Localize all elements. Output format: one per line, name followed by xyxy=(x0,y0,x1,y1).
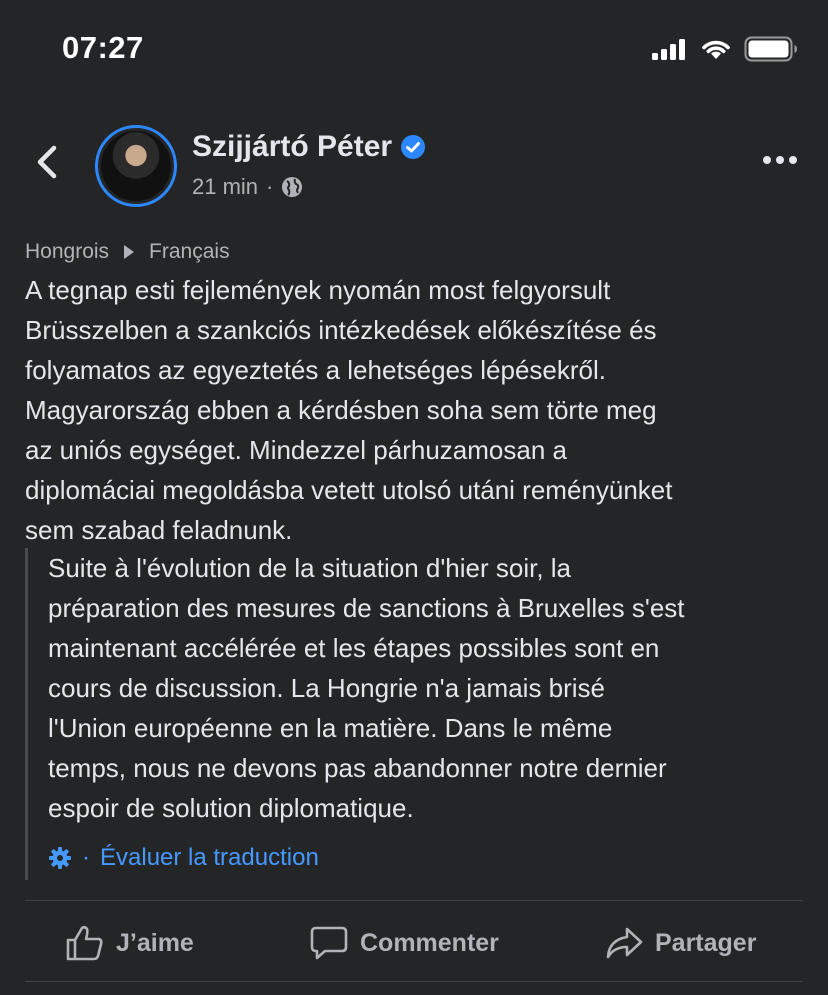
text-line: sem szabad feladnunk. xyxy=(25,515,293,545)
post-actions: J’aime Commenter Partager xyxy=(0,908,828,978)
translated-text: Suite à l'évolution de la situation d'hi… xyxy=(48,548,818,828)
post-meta: 21 min · xyxy=(192,174,303,200)
post-timestamp[interactable]: 21 min xyxy=(192,174,258,200)
like-label: J’aime xyxy=(116,928,194,957)
like-icon xyxy=(66,925,103,961)
text-line: folyamatos az egyeztetés a lehetséges lé… xyxy=(25,355,607,385)
text-line: Magyarország ebben a kérdésben soha sem … xyxy=(25,395,657,425)
back-chevron-icon xyxy=(37,145,57,179)
rate-translation-link[interactable]: Évaluer la traduction xyxy=(100,844,319,872)
text-line: temps, nous ne devons pas abandonner not… xyxy=(48,753,667,783)
text-line: l'Union européenne en la matière. Dans l… xyxy=(48,713,613,743)
target-language: Français xyxy=(149,240,230,263)
text-line: cours de discussion. La Hongrie n'a jama… xyxy=(48,673,606,703)
post-original-text: A tegnap esti fejlemények nyomán most fe… xyxy=(25,270,815,550)
divider xyxy=(25,981,803,982)
author-name[interactable]: Szijjártó Péter xyxy=(192,130,392,164)
status-icons xyxy=(652,36,798,62)
text-line: espoir de solution diplomatique. xyxy=(48,793,414,823)
back-button[interactable] xyxy=(30,140,66,184)
battery-icon xyxy=(744,36,797,62)
translation-block: Suite à l'évolution de la situation d'hi… xyxy=(25,548,818,880)
share-button[interactable]: Partager xyxy=(605,908,756,978)
source-language: Hongrois xyxy=(25,240,110,263)
text-line: maintenant accélérée et les étapes possi… xyxy=(48,633,660,663)
text-line: préparation des mesures de sanctions à B… xyxy=(48,593,685,623)
comment-button[interactable]: Commenter xyxy=(310,908,499,978)
comment-icon xyxy=(310,926,348,960)
text-line: az uniós egységet. Mindezzel párhuzamosa… xyxy=(25,435,567,465)
avatar[interactable] xyxy=(95,125,177,207)
text-line: Brüsszelben a szankciós intézkedések elő… xyxy=(25,315,657,345)
verified-badge-icon xyxy=(401,135,426,159)
text-line: Suite à l'évolution de la situation d'hi… xyxy=(48,553,572,583)
rate-translation-row: · Évaluer la traduction xyxy=(48,844,319,872)
wifi-icon xyxy=(702,40,730,59)
more-options-button[interactable] xyxy=(762,152,798,170)
rate-separator: · xyxy=(82,844,90,871)
more-icon xyxy=(763,156,797,164)
share-icon xyxy=(606,927,643,959)
comment-label: Commenter xyxy=(360,928,499,957)
like-button[interactable]: J’aime xyxy=(66,908,194,978)
gear-icon[interactable] xyxy=(48,846,72,870)
meta-separator: · xyxy=(266,174,274,199)
play-arrow-icon xyxy=(124,245,135,259)
share-label: Partager xyxy=(655,928,757,957)
divider xyxy=(25,900,803,901)
post-header: Szijjártó Péter 21 min · xyxy=(0,118,828,208)
avatar-image xyxy=(101,131,171,201)
status-time: 07:27 xyxy=(62,30,144,65)
translation-languages: Hongrois Français xyxy=(25,240,230,264)
text-line: diplomáciai megoldásba vetett utolsó utá… xyxy=(25,475,673,505)
signal-icon xyxy=(652,39,685,60)
globe-icon xyxy=(282,177,303,197)
author-row: Szijjártó Péter xyxy=(192,130,426,164)
text-line: A tegnap esti fejlemények nyomán most fe… xyxy=(25,275,611,305)
status-bar: 07:27 xyxy=(0,0,828,100)
